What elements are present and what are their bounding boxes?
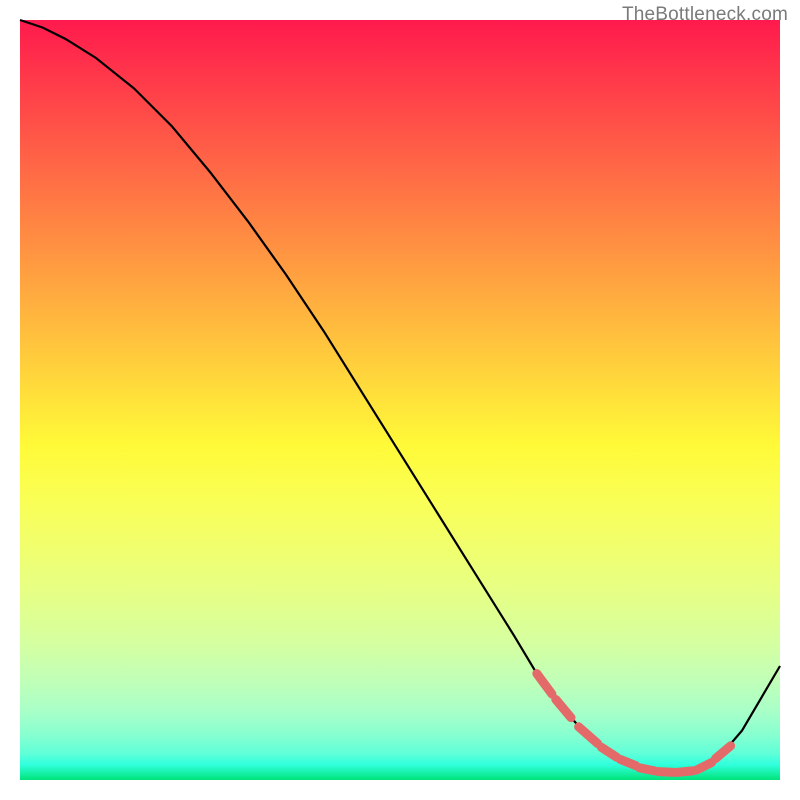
highlight-segment bbox=[715, 746, 730, 759]
highlight-segment bbox=[696, 763, 711, 771]
highlight-segment bbox=[677, 771, 692, 773]
highlight-segments bbox=[537, 674, 731, 773]
chart-svg bbox=[20, 20, 780, 780]
bottleneck-chart: TheBottleneck.com bbox=[0, 0, 800, 800]
curve-group bbox=[20, 20, 780, 772]
highlight-segment bbox=[537, 674, 552, 695]
highlight-segment bbox=[601, 747, 616, 757]
highlight-segment bbox=[658, 772, 673, 773]
highlight-segment bbox=[620, 759, 635, 765]
highlight-segment bbox=[579, 727, 598, 744]
bottleneck-curve-line bbox=[20, 20, 780, 772]
highlight-segment bbox=[556, 699, 571, 717]
highlight-segment bbox=[639, 768, 654, 771]
